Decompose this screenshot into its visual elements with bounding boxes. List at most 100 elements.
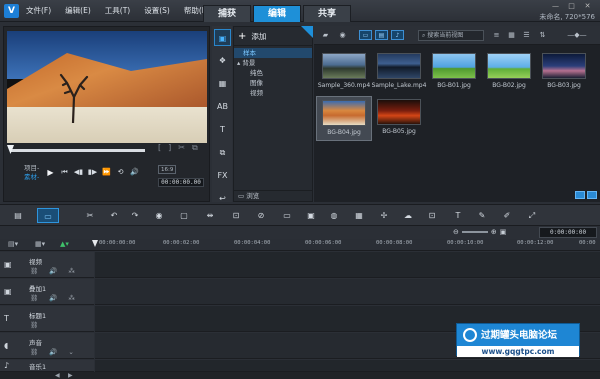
split-icon[interactable]: ✂ — [178, 143, 185, 153]
tab-edit[interactable]: 编辑 — [253, 5, 301, 22]
track-header-music[interactable]: ♪ 音乐1 — [0, 360, 94, 372]
expand-icon[interactable]: ⌄ — [68, 348, 73, 356]
thumbnail-item[interactable]: BG-B01.jpg — [426, 50, 482, 93]
ripple-icon[interactable]: ⁂ — [68, 294, 75, 302]
menu-settings[interactable]: 设置(S) — [144, 5, 170, 16]
filter-icon[interactable]: AB — [214, 98, 231, 115]
timeline-ruler[interactable]: 00:00:00:00 00:00:02:00 00:00:04:00 00:0… — [95, 239, 600, 251]
details-view-icon[interactable]: ☰ — [520, 30, 533, 40]
thumb-size-slider[interactable]: —◆— — [562, 30, 592, 40]
tab-share[interactable]: 共享 — [303, 5, 351, 22]
scroll-right-icon[interactable]: ▶ — [68, 372, 73, 379]
import-folder-icon[interactable]: ▰ — [319, 30, 332, 40]
link-icon[interactable]: ⛓ — [30, 267, 38, 275]
volume-icon[interactable]: 🔊 — [128, 166, 141, 179]
menu-file[interactable]: 文件(F) — [26, 5, 51, 16]
track-header-overlay[interactable]: ▣ 叠加1 ⛓ 🔊 ⁂ — [0, 279, 94, 305]
sort-icon[interactable]: ⇅ — [536, 30, 549, 40]
chat-icon[interactable]: ◍ — [327, 210, 341, 222]
track-manager-icon[interactable]: ▤▾ — [8, 240, 18, 248]
close-button[interactable]: ✕ — [581, 1, 594, 11]
thumbnail-item-selected[interactable]: BG-B04.jpg — [316, 96, 372, 141]
list-view-icon[interactable]: ≡ — [490, 30, 503, 40]
tab-capture[interactable]: 捕获 — [203, 5, 251, 22]
media-icon[interactable]: ▣ — [214, 29, 231, 46]
mask-icon[interactable]: ☁ — [401, 210, 415, 222]
cue-icon[interactable]: ▲▾ — [60, 240, 69, 248]
fit-project-icon[interactable]: ▣ — [500, 228, 507, 236]
tree-item-background[interactable]: ▴ 背景 — [234, 58, 312, 68]
graphic-icon[interactable]: ⧉ — [214, 144, 231, 161]
paint-icon[interactable]: ✎ — [475, 210, 489, 222]
clip-mode-label[interactable]: 素材- — [24, 173, 39, 182]
track-header-title[interactable]: T 标题1 ⛓ — [0, 306, 94, 332]
fit-icon[interactable]: ⊡ — [229, 210, 243, 222]
mark-out-icon[interactable]: ] — [168, 143, 171, 153]
snapshot-icon[interactable]: ⧉ — [192, 143, 198, 153]
tools-icon[interactable]: ✂ — [83, 210, 97, 222]
timecode-display[interactable]: 00:00:00.00 — [158, 178, 204, 187]
thumbnail-item[interactable]: BG-B05.jpg — [371, 96, 427, 139]
timeline-time-display[interactable]: 0:00:00:00 — [539, 227, 597, 238]
maximize-button[interactable]: □ — [565, 1, 578, 11]
thumb-view-icon[interactable]: ▦ — [505, 30, 518, 40]
scroll-left-icon[interactable]: ◀ — [55, 372, 60, 379]
end-icon[interactable]: ⏩ — [100, 166, 113, 179]
zoom-slider[interactable] — [461, 231, 488, 233]
play-icon[interactable]: ▶ — [44, 166, 57, 179]
edit-icon[interactable]: ✐ — [500, 210, 514, 222]
track-lane-overlay[interactable] — [95, 279, 600, 305]
link-icon[interactable]: ⛓ — [30, 294, 38, 302]
track-header-video[interactable]: ▣ 视频 ⛓ 🔊 ⁂ — [0, 252, 94, 278]
track-header-voice[interactable]: ◖ 声音 ⛓ 🔊 ⌄ — [0, 333, 94, 359]
tree-item-image[interactable]: 图像 — [234, 78, 312, 88]
mark-in-icon[interactable]: [ — [158, 143, 161, 153]
chapter-icon[interactable]: ▦▾ — [35, 240, 45, 248]
mute-icon[interactable]: 🔊 — [49, 267, 57, 275]
split-track-icon[interactable]: ⇹ — [203, 210, 217, 222]
preview-screen[interactable] — [7, 31, 207, 143]
undo-icon[interactable]: ↶ — [107, 210, 121, 222]
menu-tools[interactable]: 工具(T) — [105, 5, 130, 16]
track-lane-video[interactable] — [95, 252, 600, 278]
library-toggle-left[interactable] — [575, 191, 585, 199]
speed-icon[interactable]: ⊘ — [254, 210, 268, 222]
multicam-icon[interactable]: ▣ — [304, 210, 318, 222]
link-icon[interactable]: ⛓ — [30, 348, 38, 356]
zoom-in-icon[interactable]: ⊕ — [491, 228, 497, 236]
timeline-scrollbar[interactable]: ◀ ▶ — [0, 372, 600, 379]
home-icon[interactable]: ⏮ — [58, 166, 71, 179]
library-toggle-right[interactable] — [587, 191, 597, 199]
thumbnail-item[interactable]: BG-B03.jpg — [536, 50, 592, 93]
motion-icon[interactable]: ✢ — [377, 210, 391, 222]
mute-icon[interactable]: 🔊 — [49, 294, 57, 302]
search-input[interactable]: ⌕ 搜索当前视图 — [418, 30, 484, 41]
add-folder-button[interactable]: + 添加 — [234, 27, 312, 46]
export-icon[interactable]: ⤢ — [525, 210, 539, 222]
link-icon[interactable]: ⛓ — [30, 321, 38, 329]
show-photo-filter[interactable]: ▤ — [375, 30, 388, 40]
prev-frame-icon[interactable]: ◀▮ — [72, 166, 85, 179]
title-icon[interactable]: T — [214, 121, 231, 138]
show-video-filter[interactable]: ▭ — [359, 30, 372, 40]
storyboard-view-icon[interactable]: ▤ — [7, 208, 29, 223]
zoom-out-icon[interactable]: ⊖ — [453, 228, 459, 236]
timeline-view-icon[interactable]: ▭ — [37, 208, 59, 223]
tree-item-video[interactable]: 视频 — [234, 88, 312, 98]
grid-icon[interactable]: ▦ — [352, 210, 366, 222]
crop-icon[interactable]: ⊡ — [425, 210, 439, 222]
transition-icon[interactable]: ▦ — [214, 75, 231, 92]
subtitle-icon[interactable]: ▭ — [280, 210, 294, 222]
tree-item-solid[interactable]: 纯色 — [234, 68, 312, 78]
track-lane-music[interactable] — [95, 360, 600, 372]
aspect-ratio-chip[interactable]: 16:9 — [158, 165, 177, 174]
redo-icon[interactable]: ↷ — [128, 210, 142, 222]
show-audio-filter[interactable]: ♪ — [391, 30, 404, 40]
preview-scrub-bar[interactable] — [10, 149, 145, 152]
pan-zoom-icon[interactable]: ▢ — [177, 210, 191, 222]
ripple-icon[interactable]: ⁂ — [68, 267, 75, 275]
browse-button[interactable]: ▭ 浏览 — [234, 190, 312, 201]
text-tool-icon[interactable]: T — [451, 210, 465, 222]
record-capture-icon[interactable]: ◉ — [152, 210, 166, 222]
thumbnail-item[interactable]: BG-B02.jpg — [481, 50, 537, 93]
